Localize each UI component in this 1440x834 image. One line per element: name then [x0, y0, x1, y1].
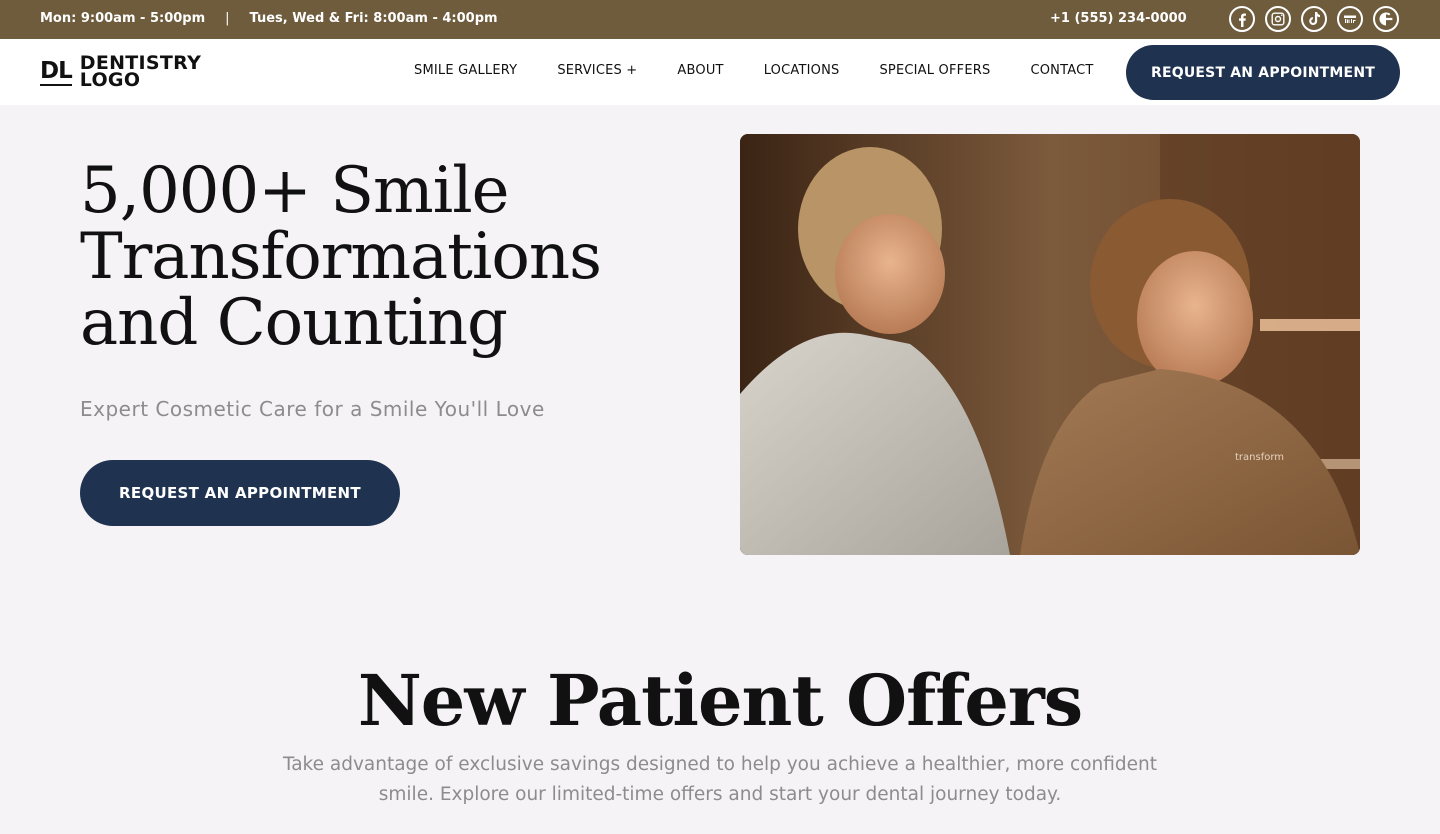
main-nav: SMILE GALLERY SERVICES + ABOUT LOCATIONS… [414, 63, 1134, 78]
tiktok-icon[interactable] [1301, 6, 1327, 32]
site-header: DL DENTISTRY LOGO SMILE GALLERY SERVICES… [0, 39, 1440, 105]
hours-weekday-1: Mon: 9:00am - 5:00pm [40, 11, 206, 26]
logo-mark: DL [40, 57, 73, 86]
hero-title: 5,000+ Smile Transformations and Countin… [80, 158, 680, 356]
nav-special-offers[interactable]: SPECIAL OFFERS [879, 63, 990, 78]
offers-title: New Patient Offers [357, 659, 1083, 742]
google-icon[interactable] [1373, 6, 1399, 32]
site-logo[interactable]: DL DENTISTRY LOGO [40, 54, 201, 91]
hours-separator: | [225, 11, 230, 26]
hero-title-line-1: 5,000+ Smile [80, 154, 510, 228]
logo-line-2: LOGO [79, 69, 141, 91]
logo-text: DENTISTRY LOGO [79, 54, 201, 91]
nav-about[interactable]: ABOUT [677, 63, 723, 78]
instagram-icon[interactable] [1265, 6, 1291, 32]
office-hours: Mon: 9:00am - 5:00pm | Tues, Wed & Fri: … [40, 11, 498, 26]
hero-request-appointment-button[interactable]: REQUEST AN APPOINTMENT [80, 460, 400, 526]
nav-locations[interactable]: LOCATIONS [764, 63, 840, 78]
header-request-appointment-button[interactable]: REQUEST AN APPOINTMENT [1126, 45, 1400, 100]
hero-photo: transform [740, 134, 1360, 555]
phone-link[interactable]: +1 (555) 234-0000 [1050, 11, 1187, 26]
top-info-bar: Mon: 9:00am - 5:00pm | Tues, Wed & Fri: … [0, 0, 1440, 39]
social-links [1229, 6, 1399, 32]
offers-description: Take advantage of exclusive savings desi… [282, 754, 1158, 805]
nav-smile-gallery[interactable]: SMILE GALLERY [414, 63, 517, 78]
hero-title-line-3: and Counting [80, 286, 508, 360]
nav-services[interactable]: SERVICES + [557, 63, 637, 78]
facebook-icon[interactable] [1229, 6, 1255, 32]
hero-title-line-2: Transformations [80, 220, 602, 294]
hero-subtitle: Expert Cosmetic Care for a Smile You'll … [80, 397, 545, 421]
youtube-icon[interactable] [1337, 6, 1363, 32]
robe-text: transform [1235, 452, 1284, 463]
nav-contact[interactable]: CONTACT [1030, 63, 1093, 78]
hours-weekday-2: Tues, Wed & Fri: 8:00am - 4:00pm [249, 11, 498, 26]
